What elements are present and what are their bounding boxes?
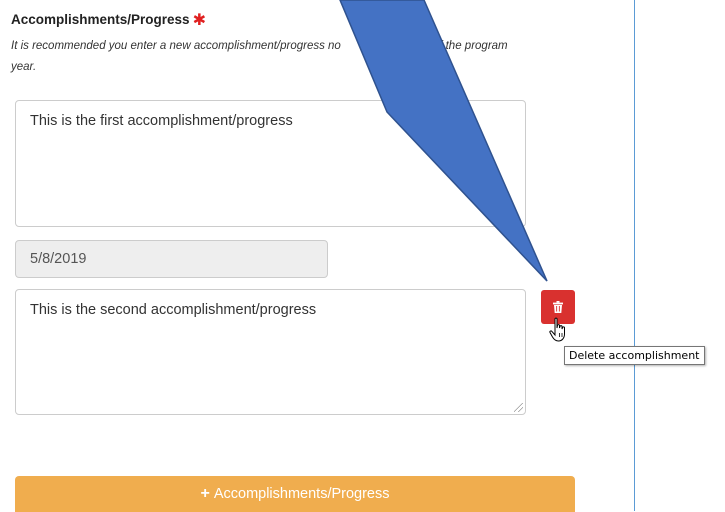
callout-arrow <box>339 0 548 282</box>
